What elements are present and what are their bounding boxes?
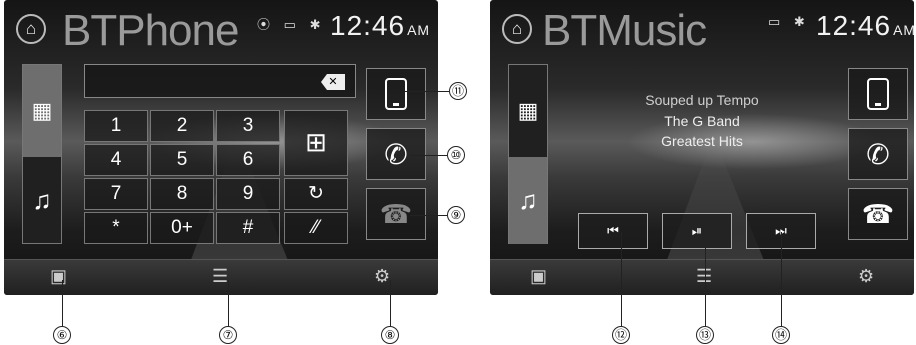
callout-7: ⑦ [219, 326, 237, 344]
callout-9: ⑨ [447, 206, 465, 224]
status-icons: ⦿ ▭ ✱ [257, 14, 320, 33]
call-button[interactable]: ✆ [848, 128, 908, 180]
call-icon: ✆ [866, 138, 890, 170]
callout-11: ⑪ [449, 82, 467, 100]
callout-line-13 [705, 232, 706, 326]
settings-icon[interactable]: ⚙ [374, 266, 390, 287]
music-note-icon: ♫ [32, 185, 52, 215]
phone-device-button[interactable] [848, 68, 908, 120]
callout-line-8 [390, 280, 391, 326]
battery-icon: ▭ [283, 17, 296, 32]
key-5[interactable]: 5 [150, 144, 214, 176]
key-0-plus[interactable]: 0+ [150, 212, 214, 244]
mode-sidebar: ▦ ♫ [22, 64, 62, 244]
previous-button[interactable]: ⏮ [578, 213, 648, 249]
music-mode-button[interactable]: ♫ [509, 157, 547, 244]
music-note-icon: ♫ [518, 185, 538, 215]
redial-button[interactable]: ↻ [284, 178, 348, 210]
callout-line-7 [228, 280, 229, 326]
key-hash[interactable]: # [216, 212, 280, 244]
callout-8: ⑧ [381, 326, 399, 344]
grid-icon: ▦ [31, 98, 53, 123]
callout-13: ⑬ [696, 326, 714, 344]
callout-line-14 [781, 232, 782, 326]
key-7[interactable]: 7 [84, 178, 148, 210]
record-icon: ⦿ [257, 17, 271, 32]
music-mode-button[interactable]: ♫ [23, 157, 61, 244]
battery-icon: ▭ [768, 14, 781, 29]
equalizer-icon[interactable]: ☰ [212, 266, 228, 287]
callout-line-6 [62, 280, 63, 326]
play-pause-icon: ⏯ [691, 223, 703, 238]
key-8[interactable]: 8 [150, 178, 214, 210]
bottom-bar: ▣ ☰ ⚙ [490, 259, 914, 295]
bottom-bar: ▣ ☰ ⚙ [4, 259, 438, 295]
mode-sidebar: ▦ ♫ [508, 64, 548, 244]
keypad-mode-button[interactable]: ▦ [23, 65, 61, 157]
backspace-icon[interactable]: ✕ [321, 74, 345, 90]
page-title: BTMusic [542, 6, 707, 55]
phone-device-icon [867, 78, 889, 110]
key-star[interactable]: * [84, 212, 148, 244]
clock: 12:46 AM [330, 10, 431, 41]
key-6[interactable]: 6 [216, 144, 280, 176]
phone-device-button[interactable] [366, 68, 426, 120]
key-1[interactable]: 1 [84, 110, 148, 142]
status-icons: ▭ ✱ [768, 14, 805, 30]
clock: 12:46 AM [816, 10, 914, 41]
callout-line-9 [410, 215, 447, 216]
contacts-grid-button[interactable]: ⊞ [284, 110, 348, 176]
phone-device-icon [385, 78, 407, 110]
page-title: BTPhone [62, 6, 239, 55]
bt-music-screen: ⌂ BTMusic ▭ ✱ 12:46 AM ▦ ♫ Souped up Temp… [490, 0, 914, 295]
screen-icon[interactable]: ▣ [50, 266, 67, 287]
home-button[interactable]: ⌂ [502, 14, 532, 44]
settings-icon[interactable]: ⚙ [858, 266, 874, 287]
previous-icon: ⏮ [607, 223, 619, 238]
screen-icon[interactable]: ▣ [530, 266, 547, 287]
key-3[interactable]: 3 [216, 110, 280, 142]
hangup-button[interactable]: ☎ [848, 188, 908, 240]
refresh-icon: ↻ [308, 183, 324, 204]
bt-phone-screen: ⌂ BTPhone ⦿ ▭ ✱ 12:46 AM ▦ ♫ ✕ 1 2 3 4 5 … [4, 0, 438, 295]
mute-button[interactable]: ⁄⁄ [284, 212, 348, 244]
hangup-icon: ☎ [861, 198, 895, 229]
key-4[interactable]: 4 [84, 144, 148, 176]
callout-line-12 [621, 232, 622, 326]
key-2[interactable]: 2 [150, 110, 214, 142]
callout-line-11 [405, 91, 449, 92]
hangup-icon: ☎ [379, 198, 413, 229]
callout-line-10 [410, 155, 447, 156]
key-9[interactable]: 9 [216, 178, 280, 210]
home-button[interactable]: ⌂ [16, 14, 46, 44]
grid-icon: ⊞ [305, 127, 327, 157]
callout-6: ⑥ [53, 326, 71, 344]
call-icon: ✆ [384, 138, 408, 170]
bluetooth-icon: ✱ [793, 14, 805, 29]
callout-14: ⑭ [772, 326, 790, 344]
call-button[interactable]: ✆ [366, 128, 426, 180]
bluetooth-icon: ✱ [309, 17, 321, 32]
number-display[interactable]: ✕ [84, 64, 356, 98]
play-pause-button[interactable]: ⏯ [662, 213, 732, 249]
hangup-button[interactable]: ☎ [366, 188, 426, 240]
callout-10: ⑩ [447, 146, 465, 164]
callout-12: ⑫ [612, 326, 630, 344]
mute-icon: ⁄⁄ [312, 217, 320, 238]
